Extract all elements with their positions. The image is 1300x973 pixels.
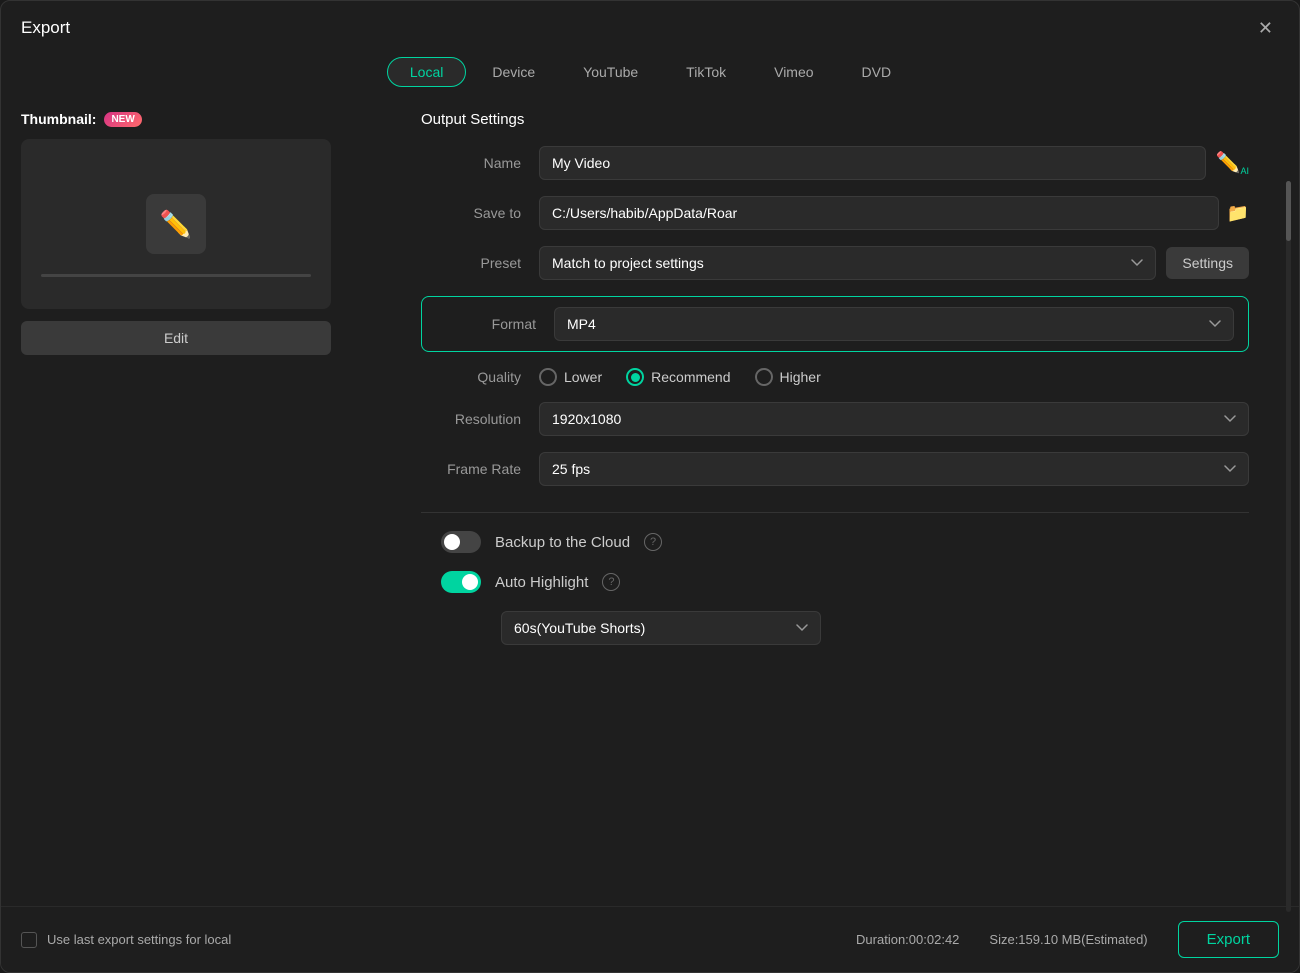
format-select[interactable]: MP4 MOV AVI MKV: [554, 307, 1234, 341]
backup-cloud-label: Backup to the Cloud: [495, 534, 630, 551]
auto-highlight-label: Auto Highlight: [495, 574, 588, 591]
name-input[interactable]: [539, 146, 1206, 180]
quality-row: Quality Lower Recommend Higher: [421, 368, 1249, 386]
quality-recommend-radio[interactable]: [626, 368, 644, 386]
quality-higher-label: Higher: [780, 369, 821, 385]
preset-select[interactable]: Match to project settings: [539, 246, 1156, 280]
close-button[interactable]: ✕: [1252, 17, 1279, 39]
export-dialog: Export ✕ Local Device YouTube TikTok Vim…: [0, 0, 1300, 973]
dialog-title: Export: [21, 18, 70, 38]
quality-lower-radio[interactable]: [539, 368, 557, 386]
resolution-label: Resolution: [421, 411, 521, 427]
auto-highlight-toggle[interactable]: [441, 571, 481, 593]
preset-input-row: Match to project settings Settings: [539, 246, 1249, 280]
quality-label: Quality: [421, 369, 521, 385]
ai-icon[interactable]: ✏️AI: [1216, 150, 1249, 176]
titlebar: Export ✕: [1, 1, 1299, 49]
backup-cloud-help-icon[interactable]: ?: [644, 533, 662, 551]
save-to-input-row: 📁: [539, 196, 1249, 230]
scrollbar-thumb[interactable]: [1286, 181, 1291, 241]
save-to-input[interactable]: [539, 196, 1219, 230]
bottom-bar: Use last export settings for local Durat…: [1, 906, 1299, 972]
quality-higher[interactable]: Higher: [755, 368, 821, 386]
quality-lower[interactable]: Lower: [539, 368, 602, 386]
left-panel: Thumbnail: NEW ✏️ Edit: [21, 101, 391, 906]
backup-cloud-knob: [444, 534, 460, 550]
edit-button[interactable]: Edit: [21, 321, 331, 355]
format-box: Format MP4 MOV AVI MKV: [421, 296, 1249, 352]
thumbnail-preview: ✏️: [21, 139, 331, 309]
name-label: Name: [421, 155, 521, 171]
folder-icon[interactable]: 📁: [1227, 203, 1249, 224]
tabs-row: Local Device YouTube TikTok Vimeo DVD: [1, 49, 1299, 101]
bottom-left: Use last export settings for local: [21, 932, 231, 948]
frame-rate-select[interactable]: 25 fps 24 fps 30 fps 60 fps: [539, 452, 1249, 486]
resolution-row: Resolution 1920x1080 1280x720 3840x2160: [421, 402, 1249, 436]
duration-select[interactable]: 60s(YouTube Shorts) 30s 90s: [501, 611, 821, 645]
last-export-checkbox[interactable]: [21, 932, 37, 948]
new-badge: NEW: [104, 112, 141, 127]
size-text: Size:159.10 MB(Estimated): [989, 932, 1147, 947]
auto-highlight-row: Auto Highlight ?: [421, 571, 1249, 593]
preset-row: Preset Match to project settings Setting…: [421, 246, 1249, 280]
save-to-row: Save to 📁: [421, 196, 1249, 230]
frame-rate-label: Frame Rate: [421, 461, 521, 477]
backup-cloud-toggle[interactable]: [441, 531, 481, 553]
tab-vimeo[interactable]: Vimeo: [752, 57, 835, 87]
bottom-right: Duration:00:02:42 Size:159.10 MB(Estimat…: [856, 921, 1279, 958]
section-title: Output Settings: [421, 111, 1249, 128]
auto-highlight-help-icon[interactable]: ?: [602, 573, 620, 591]
resolution-select[interactable]: 1920x1080 1280x720 3840x2160: [539, 402, 1249, 436]
save-to-label: Save to: [421, 205, 521, 221]
thumbnail-label: Thumbnail: NEW: [21, 111, 142, 127]
right-panel: Output Settings Name ✏️AI Save to 📁 Pr: [421, 101, 1279, 906]
duration-text: Duration:00:02:42: [856, 932, 959, 947]
name-row: Name ✏️AI: [421, 146, 1249, 180]
thumbnail-line: [41, 274, 311, 277]
frame-rate-row: Frame Rate 25 fps 24 fps 30 fps 60 fps: [421, 452, 1249, 486]
duration-dropdown-row: 60s(YouTube Shorts) 30s 90s: [421, 611, 1249, 645]
tab-tiktok[interactable]: TikTok: [664, 57, 748, 87]
scrollbar-track[interactable]: [1286, 181, 1291, 906]
quality-recommend[interactable]: Recommend: [626, 368, 730, 386]
settings-button[interactable]: Settings: [1166, 247, 1249, 279]
quality-higher-radio[interactable]: [755, 368, 773, 386]
preset-label: Preset: [421, 255, 521, 271]
backup-cloud-row: Backup to the Cloud ?: [421, 531, 1249, 553]
last-export-label: Use last export settings for local: [47, 932, 231, 947]
quality-recommend-dot: [631, 373, 640, 382]
thumbnail-edit-icon: ✏️: [146, 194, 206, 254]
tab-device[interactable]: Device: [470, 57, 557, 87]
tab-local[interactable]: Local: [387, 57, 466, 87]
tab-dvd[interactable]: DVD: [840, 57, 914, 87]
auto-highlight-knob: [462, 574, 478, 590]
content-area: Thumbnail: NEW ✏️ Edit Output Settings N…: [1, 101, 1299, 906]
format-label: Format: [436, 316, 536, 332]
quality-recommend-label: Recommend: [651, 369, 730, 385]
tab-youtube[interactable]: YouTube: [561, 57, 660, 87]
quality-radio-group: Lower Recommend Higher: [539, 368, 821, 386]
quality-lower-label: Lower: [564, 369, 602, 385]
settings-divider: [421, 512, 1249, 513]
export-button[interactable]: Export: [1178, 921, 1279, 958]
name-input-row: ✏️AI: [539, 146, 1249, 180]
